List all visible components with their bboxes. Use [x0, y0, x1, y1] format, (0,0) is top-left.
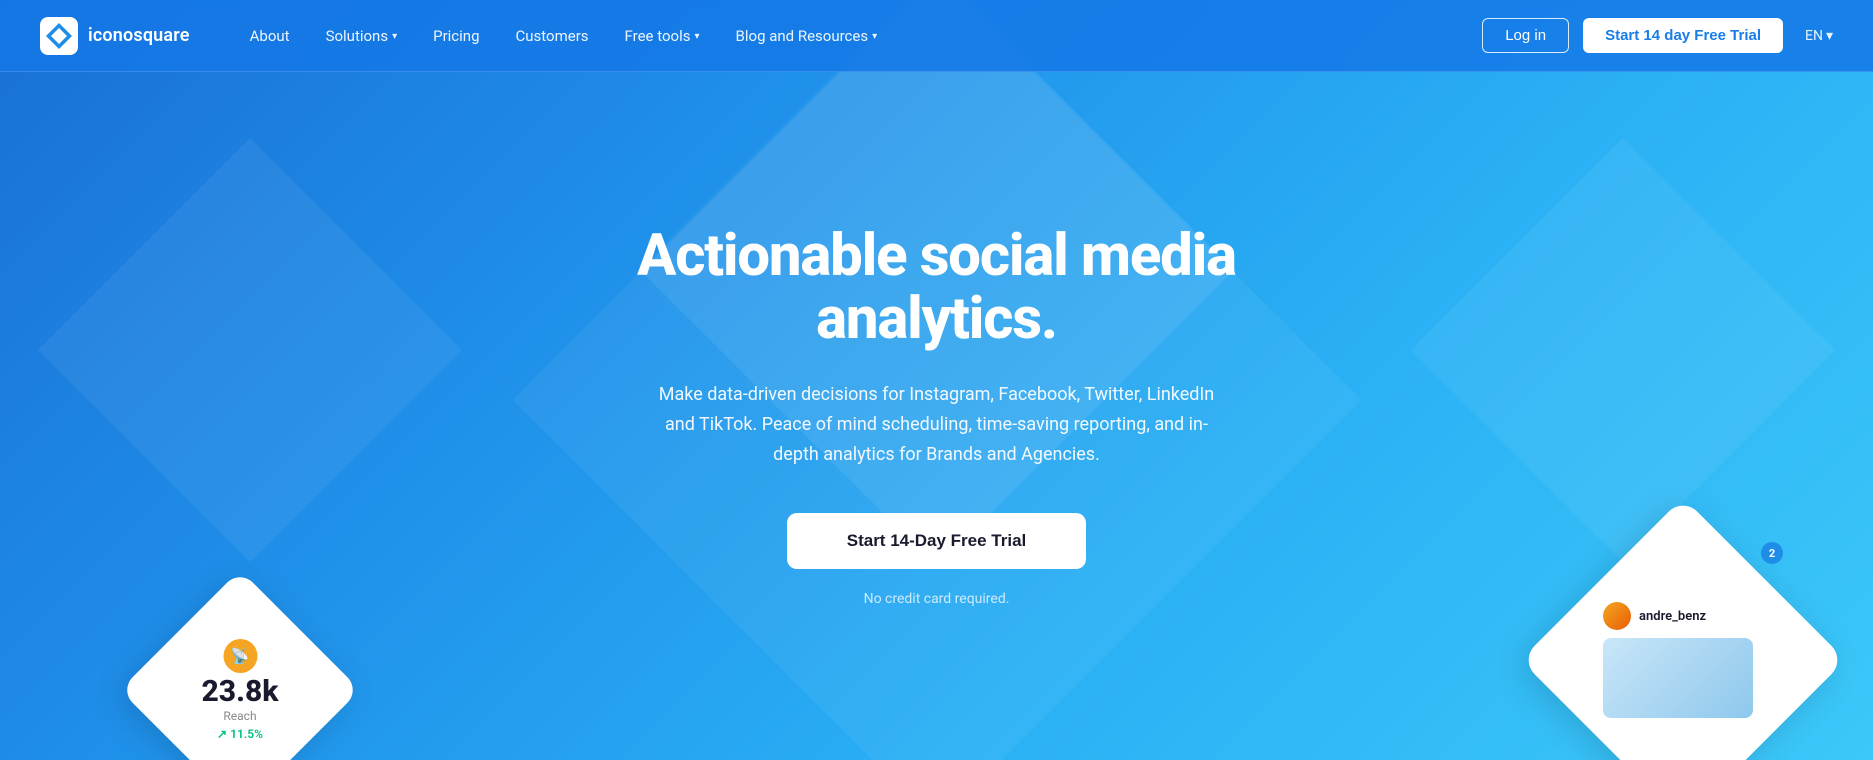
username: andre_benz — [1639, 609, 1706, 624]
nav-about[interactable]: About — [250, 27, 290, 45]
hero-section: Actionable social media analytics. Make … — [0, 0, 1873, 760]
hero-title: Actionable social media analytics. — [547, 225, 1327, 353]
nav-pricing[interactable]: Pricing — [433, 27, 479, 45]
card-image — [1603, 638, 1753, 718]
nav-customers[interactable]: Customers — [516, 27, 589, 45]
card-right-content: 2 andre_benz — [1603, 602, 1763, 718]
hero-subtitle: Make data-driven decisions for Instagram… — [647, 380, 1227, 469]
nav-solutions[interactable]: Solutions ▾ — [326, 27, 398, 45]
reach-stat: 23.8k — [201, 677, 278, 707]
chevron-down-icon: ▾ — [1826, 28, 1833, 44]
card-right-header: andre_benz — [1603, 602, 1763, 630]
cta-area: Start 14-Day Free Trial No credit card r… — [547, 513, 1327, 607]
logo[interactable]: iconosquare — [40, 17, 190, 55]
trial-main-button[interactable]: Start 14-Day Free Trial — [787, 513, 1087, 569]
chevron-down-icon: ▾ — [694, 31, 699, 42]
nav-free-tools[interactable]: Free tools ▾ — [625, 27, 700, 45]
chevron-down-icon: ▾ — [392, 31, 397, 42]
trial-nav-button[interactable]: Start 14 day Free Trial — [1583, 18, 1783, 53]
notification-badge: 2 — [1761, 542, 1783, 564]
navbar: iconosquare About Solutions ▾ Pricing Cu… — [0, 0, 1873, 72]
reach-change: ↗ 11.5% — [201, 727, 278, 741]
login-button[interactable]: Log in — [1482, 18, 1569, 53]
nav-links: About Solutions ▾ Pricing Customers Free… — [250, 27, 1483, 45]
reach-label: Reach — [201, 709, 278, 723]
language-selector[interactable]: EN ▾ — [1805, 28, 1833, 44]
reach-icon: 📡 — [223, 639, 257, 673]
hero-content: Actionable social media analytics. Make … — [527, 225, 1347, 608]
card-left-content: 📡 23.8k Reach ↗ 11.5% — [201, 639, 278, 741]
bg-diamond-right — [1411, 138, 1835, 562]
bg-diamond-left — [38, 138, 462, 562]
chevron-down-icon: ▾ — [872, 31, 877, 42]
logo-text: iconosquare — [88, 25, 190, 46]
card-right-wrapper: 2 andre_benz — [1553, 530, 1813, 760]
nav-right: Log in Start 14 day Free Trial EN ▾ — [1482, 18, 1833, 53]
nav-blog[interactable]: Blog and Resources ▾ — [736, 27, 878, 45]
card-left-wrapper: 📡 23.8k Reach ↗ 11.5% — [140, 590, 340, 760]
avatar — [1603, 602, 1631, 630]
no-credit-note: No credit card required. — [547, 591, 1327, 607]
logo-icon — [40, 17, 78, 55]
